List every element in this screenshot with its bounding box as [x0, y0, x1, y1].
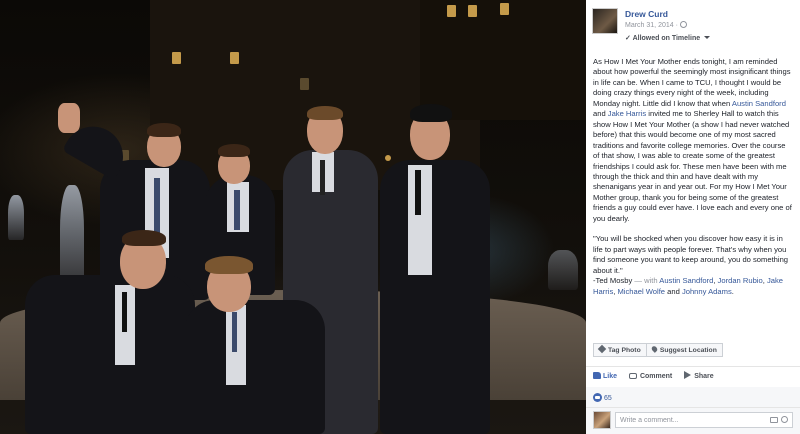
- window-light: [172, 52, 181, 64]
- window-light: [468, 5, 477, 17]
- comment-button[interactable]: Comment: [628, 373, 673, 380]
- camera-icon[interactable]: [770, 417, 778, 423]
- audience-label: Allowed on Timeline: [632, 35, 701, 42]
- window-light: [500, 3, 509, 15]
- quote-text: "You will be shocked when you discover h…: [593, 234, 789, 275]
- likes-comments-area: 65 Write a comment...: [586, 387, 800, 434]
- fountain-water: [548, 250, 578, 290]
- window-light: [230, 52, 239, 64]
- sticker-icon[interactable]: [781, 416, 788, 423]
- like-badge-icon: [593, 393, 602, 402]
- author-name[interactable]: Drew Curd: [625, 9, 668, 19]
- divider: [586, 407, 800, 408]
- like-label: Like: [603, 373, 618, 380]
- window-light: [385, 155, 391, 161]
- location-pin-icon: [650, 345, 659, 353]
- comment-input[interactable]: Write a comment...: [615, 412, 793, 428]
- tagged-friend[interactable]: Austin Sandford: [659, 276, 713, 285]
- suggest-location-label: Suggest Location: [659, 347, 717, 354]
- background-building-right: [420, 0, 586, 120]
- post-paragraph: As How I Met Your Mother ends tonight, I…: [593, 57, 793, 224]
- post-header: Drew Curd March 31, 2014 · ✓ Allowed on …: [592, 6, 796, 46]
- text-segment: and: [593, 109, 608, 119]
- comment-icon: [628, 373, 637, 379]
- separator: .: [731, 286, 734, 296]
- globe-icon[interactable]: [679, 21, 687, 28]
- post-body: As How I Met Your Mother ends tonight, I…: [593, 57, 793, 297]
- with-text: — with: [632, 276, 660, 286]
- separator: and: [665, 286, 682, 296]
- commenter-avatar: [593, 411, 611, 429]
- tagged-friend[interactable]: Johnny Adams: [682, 287, 732, 296]
- comment-label: Comment: [639, 373, 673, 380]
- likes-number: 65: [604, 395, 612, 402]
- window-light: [447, 5, 456, 17]
- divider: [586, 366, 800, 367]
- author-avatar[interactable]: [592, 8, 618, 34]
- tag-link-jake[interactable]: Jake Harris: [608, 109, 646, 118]
- comment-placeholder: Write a comment...: [620, 417, 679, 424]
- window-light: [300, 78, 309, 90]
- tagged-friend[interactable]: Michael Wolfe: [617, 287, 665, 296]
- tag-icon: [597, 344, 607, 354]
- like-button[interactable]: Like: [593, 372, 617, 380]
- post-meta: March 31, 2014 ·: [625, 21, 688, 29]
- tag-photo-label: Tag Photo: [608, 347, 641, 354]
- tagged-friend[interactable]: Jordan Rubio: [718, 276, 763, 285]
- text-segment: invited me to Sherley Hall to watch this…: [593, 109, 792, 223]
- photo-buttons: Tag Photo Suggest Location: [593, 343, 723, 357]
- quote-attribution: -Ted Mosby: [593, 276, 633, 286]
- share-icon: [684, 371, 692, 379]
- post-photo[interactable]: [0, 0, 586, 434]
- tag-link-austin[interactable]: Austin Sandford: [732, 99, 786, 108]
- suggest-location-button[interactable]: Suggest Location: [645, 343, 723, 357]
- fountain-water: [8, 195, 24, 240]
- timeline-audience[interactable]: ✓ Allowed on Timeline: [625, 34, 711, 42]
- chevron-down-icon: [704, 36, 711, 39]
- post-actions: Like Comment Share: [593, 371, 724, 380]
- post-quote: "You will be shocked when you discover h…: [593, 234, 793, 297]
- tag-photo-button[interactable]: Tag Photo: [593, 343, 647, 357]
- post-panel: Drew Curd March 31, 2014 · ✓ Allowed on …: [586, 0, 800, 434]
- likes-count[interactable]: 65: [593, 393, 612, 402]
- share-label: Share: [694, 373, 714, 380]
- share-button[interactable]: Share: [684, 371, 714, 380]
- date-separator: ·: [675, 22, 678, 29]
- thumbs-up-icon: [593, 372, 601, 379]
- post-date[interactable]: March 31, 2014: [625, 22, 674, 29]
- check-icon: ✓: [625, 35, 631, 42]
